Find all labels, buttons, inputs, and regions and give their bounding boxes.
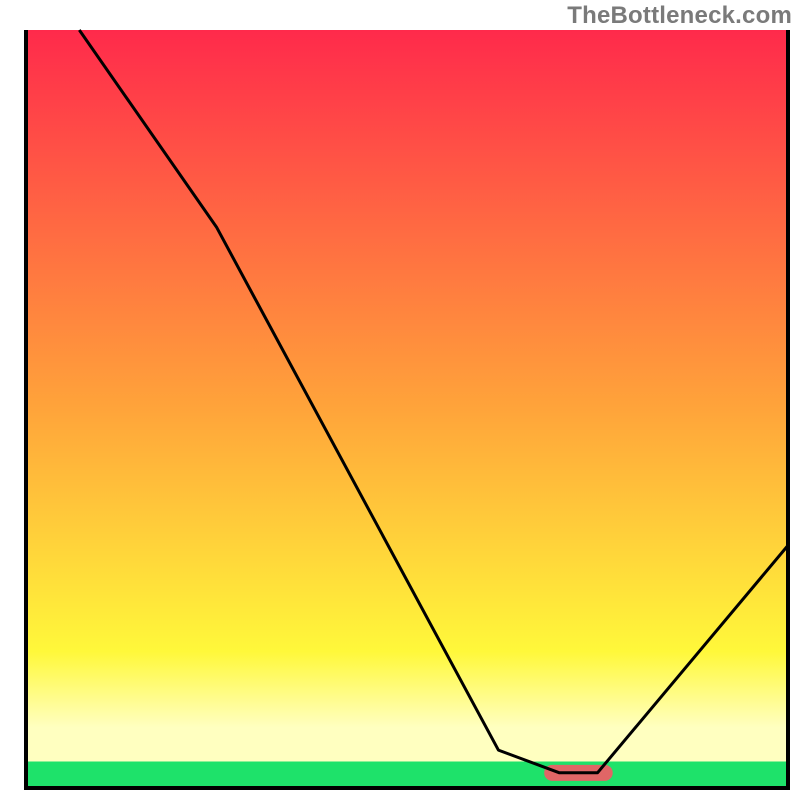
bottleneck-chart (0, 0, 800, 800)
plot-area (26, 30, 788, 788)
chart-stage: TheBottleneck.com (0, 0, 800, 800)
